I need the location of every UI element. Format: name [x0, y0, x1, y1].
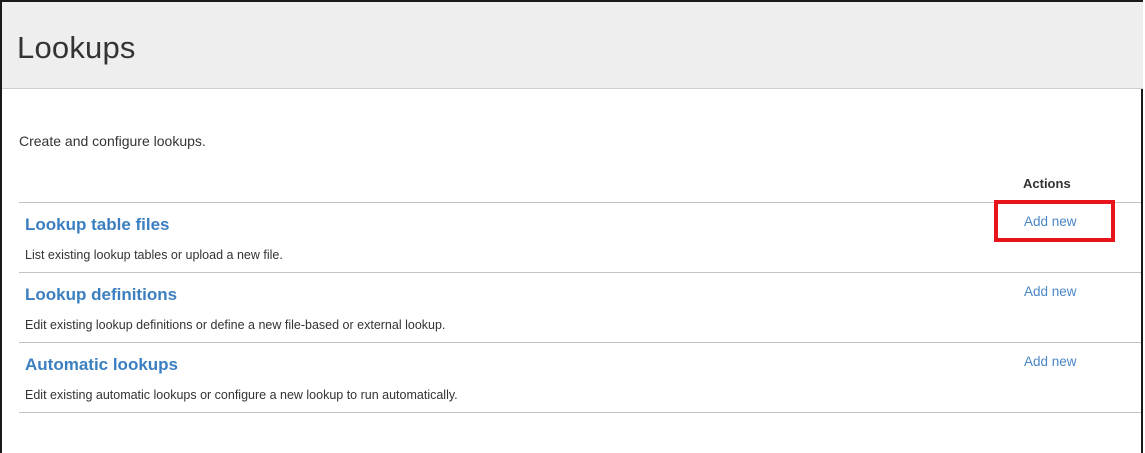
table-row-lookup-table-files: Lookup table files List existing lookup …	[19, 203, 1141, 273]
page-title: Lookups	[17, 30, 136, 65]
page-description: Create and configure lookups.	[19, 133, 206, 149]
table-row-automatic-lookups: Automatic lookups Edit existing automati…	[19, 343, 1141, 413]
lookup-table-files-add-new-link[interactable]: Add new	[1024, 213, 1077, 231]
lookup-table-files-description: List existing lookup tables or upload a …	[25, 248, 283, 262]
lookup-definitions-link[interactable]: Lookup definitions	[25, 284, 177, 306]
lookup-definitions-description: Edit existing lookup definitions or defi…	[25, 318, 446, 332]
table-row-lookup-definitions: Lookup definitions Edit existing lookup …	[19, 273, 1141, 343]
page-header: Lookups	[2, 2, 1143, 89]
automatic-lookups-link[interactable]: Automatic lookups	[25, 354, 178, 376]
table-header-row: Actions	[19, 172, 1141, 203]
lookups-table: Actions Lookup table files List existing…	[19, 172, 1141, 413]
lookup-definitions-add-new-link[interactable]: Add new	[1024, 283, 1077, 301]
actions-column-header: Actions	[1023, 176, 1071, 191]
automatic-lookups-add-new-link[interactable]: Add new	[1024, 353, 1077, 371]
automatic-lookups-description: Edit existing automatic lookups or confi…	[25, 388, 458, 402]
lookup-table-files-link[interactable]: Lookup table files	[25, 214, 170, 236]
